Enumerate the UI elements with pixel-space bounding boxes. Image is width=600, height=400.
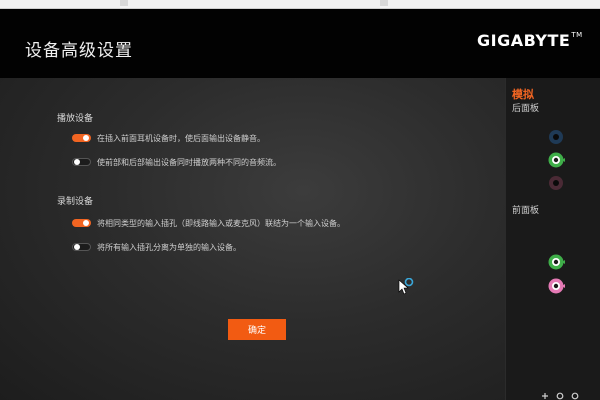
rear-jack-pink-icon[interactable] bbox=[547, 174, 565, 192]
side-panel-title: 模拟 bbox=[512, 88, 534, 101]
rear-jack-blue-icon[interactable] bbox=[547, 128, 565, 146]
playback-option-1-toggle[interactable] bbox=[72, 134, 91, 142]
side-panel bbox=[505, 78, 600, 400]
brand-logo: GIGABYTETM bbox=[477, 31, 583, 50]
playback-option-2-toggle[interactable] bbox=[72, 158, 91, 166]
toggle-knob bbox=[74, 244, 80, 250]
recording-option-2-label: 将所有输入插孔分离为单独的输入设备。 bbox=[97, 243, 241, 252]
toggle-knob bbox=[83, 220, 89, 226]
rear-panel-label: 后面板 bbox=[512, 104, 540, 114]
titlebar-segment-icon bbox=[120, 0, 128, 6]
recording-option-2-toggle[interactable] bbox=[72, 243, 91, 251]
page-title: 设备高级设置 bbox=[25, 41, 133, 61]
brand-logo-text: GIGABYTE bbox=[477, 31, 571, 50]
front-jack-green-icon[interactable] bbox=[547, 253, 565, 271]
titlebar-segment-icon bbox=[380, 0, 388, 6]
playback-option-2-label: 使前部和后部输出设备同时播放两种不同的音频流。 bbox=[97, 158, 281, 167]
playback-option-1-label: 在插入前面耳机设备时，使后面输出设备静音。 bbox=[97, 134, 265, 143]
header-bar: 设备高级设置 GIGABYTETM bbox=[0, 9, 600, 78]
recording-option-1-toggle[interactable] bbox=[72, 219, 91, 227]
toggle-knob bbox=[74, 159, 80, 165]
info-icon[interactable] bbox=[571, 392, 579, 400]
settings-panel: 播放设备 在插入前面耳机设备时，使后面输出设备静音。 使前部和后部输出设备同时播… bbox=[0, 78, 505, 400]
playback-section-label: 播放设备 bbox=[57, 114, 94, 124]
front-jack-pink-icon[interactable] bbox=[547, 277, 565, 295]
rear-jack-green-icon[interactable] bbox=[547, 151, 565, 169]
recording-option-1-label: 将相同类型的输入插孔（即线路输入或麦克风）联结为一个输入设备。 bbox=[97, 219, 345, 228]
settings-icon[interactable] bbox=[556, 392, 564, 400]
confirm-button[interactable]: 确定 bbox=[228, 319, 286, 340]
toggle-knob bbox=[83, 135, 89, 141]
window-titlebar bbox=[0, 0, 600, 9]
mouse-cursor-busy-icon bbox=[398, 278, 414, 295]
recording-section-label: 录制设备 bbox=[57, 197, 94, 207]
brand-trademark: TM bbox=[571, 31, 583, 39]
plus-icon[interactable] bbox=[541, 392, 549, 400]
front-panel-label: 前面板 bbox=[512, 206, 540, 216]
